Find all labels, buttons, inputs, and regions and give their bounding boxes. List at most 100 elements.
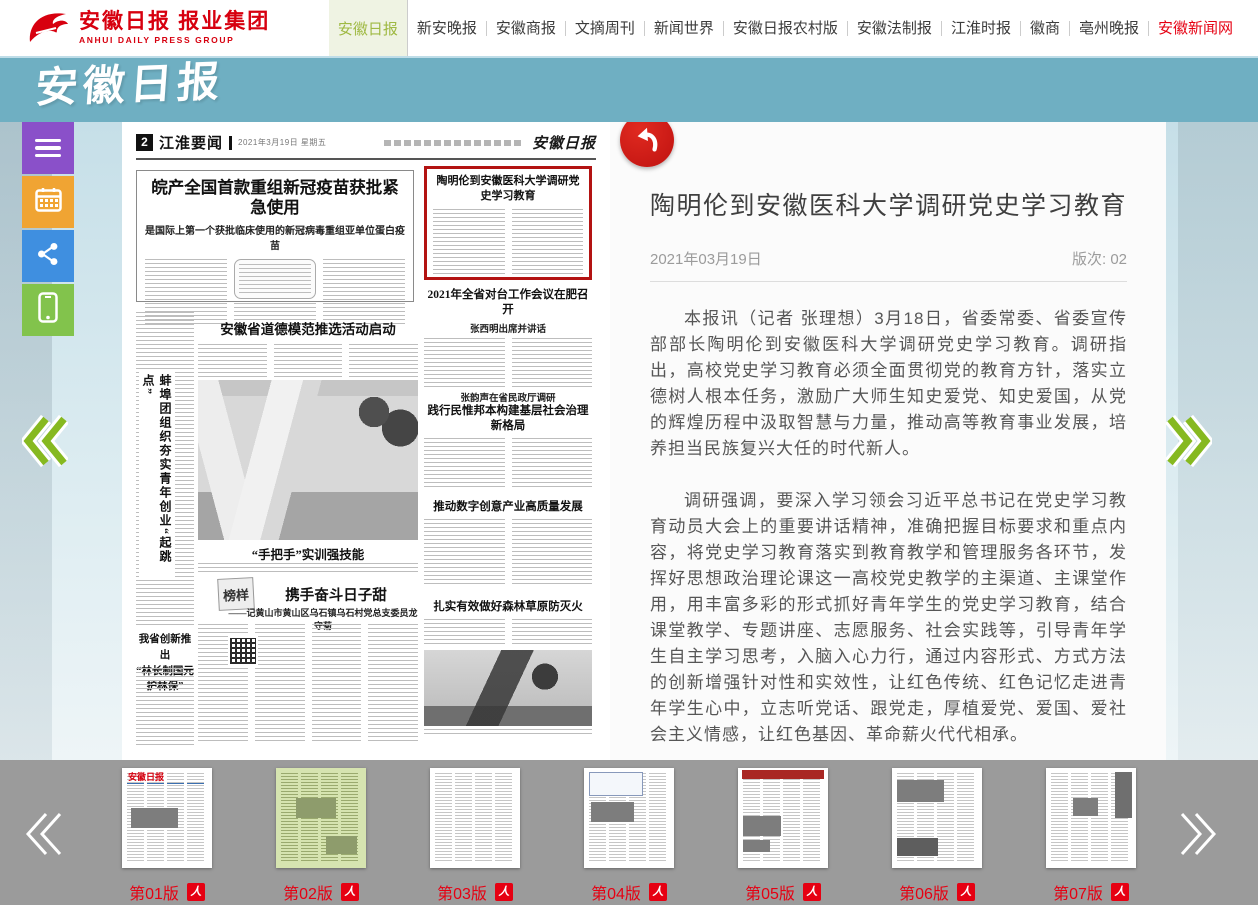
article-edition: 版次: 02 [1072, 248, 1127, 269]
pull-quote-box [234, 259, 316, 299]
paper-masthead-script: 安徽日报 [532, 132, 596, 153]
calendar-button[interactable] [22, 176, 74, 228]
page-label[interactable]: 第02版 [283, 880, 333, 904]
story-forestry-line1: 我省创新推出 [136, 632, 194, 664]
page-thumb-01[interactable]: 安徽日报 第01版 人 [122, 768, 212, 905]
pager-prev-button[interactable] [24, 808, 64, 865]
story-vaccine-subtitle: 是国际上第一个获批临床使用的新冠病毒重组亚单位蛋白疫苗 [145, 222, 405, 252]
thumbnail-page-7[interactable] [1046, 768, 1136, 868]
pdf-icon[interactable]: 人 [495, 883, 513, 901]
masthead-band: 安徽日报 [0, 58, 1258, 122]
robot-training-photo [198, 380, 418, 540]
nav-item-digest-weekly[interactable]: 文摘周刊 [566, 21, 645, 36]
thumbnail-page-6[interactable] [892, 768, 982, 868]
fake-text [433, 209, 505, 277]
tool-sidebar [22, 122, 74, 336]
double-chevron-left-icon [22, 414, 68, 468]
story-fire-title: 扎实有效做好森林草原防灭火 [424, 600, 592, 615]
fake-text [512, 338, 593, 388]
mobile-button[interactable] [22, 284, 74, 336]
robot-photo-caption: “手把手”实训强技能 [198, 544, 418, 563]
story-highlight-title: 陶明伦到安徽医科大学调研党史学习教育 [433, 174, 583, 204]
brand-name-en: ANHUI DAILY PRESS GROUP [79, 36, 270, 45]
article-date: 2021年03月19日 [650, 248, 762, 269]
story-governance-title: 践行民惟邦本构建基层社会治理新格局 [424, 404, 592, 434]
thumbnail-page-1[interactable]: 安徽日报 [122, 768, 212, 868]
nav-item-news-world[interactable]: 新闻世界 [645, 21, 724, 36]
main-area: 2 江淮要闻 2021年3月19日 星期五 安徽日报 皖产全国首款重组新冠疫苗获… [0, 122, 1258, 760]
paper-dateline: 2021年3月19日 星期五 [238, 137, 326, 148]
chevrons-left-icon [24, 808, 64, 860]
nav-item-anhui-news-site[interactable]: 安徽新闻网 [1149, 21, 1242, 36]
story-bengbu-vertical[interactable]: 蚌埠团组织夯实青年创业“起跳点” [139, 372, 175, 577]
thumbnail-page-2[interactable] [276, 768, 366, 868]
calendar-icon [35, 187, 62, 217]
masthead-logo[interactable]: 安徽日报 [34, 61, 226, 110]
nav-item-jianghuai-times[interactable]: 江淮时报 [942, 21, 1021, 36]
story-taiwan-title: 2021年全省对台工作会议在肥召开 [424, 288, 592, 318]
article-paragraph: 本报讯（记者 张理想）3月18日，省委常委、省委宣传部部长陶明伦到安徽医科大学调… [650, 306, 1127, 462]
phone-icon [38, 292, 58, 328]
story-governance[interactable]: 张韵声在省民政厅调研 践行民惟邦本构建基层社会治理新格局 [424, 390, 592, 492]
nav-item-anhui-business[interactable]: 安徽商报 [487, 21, 566, 36]
nav-item-huishang[interactable]: 徽商 [1021, 21, 1070, 36]
story-highlighted-article[interactable]: 陶明伦到安徽医科大学调研党史学习教育 [424, 166, 592, 280]
return-arrow-icon [631, 124, 663, 156]
page-thumb-07[interactable]: 第07版 人 [1046, 768, 1136, 905]
story-taiwan-subtitle: 张西明出席并讲话 [424, 321, 592, 335]
fake-text [198, 344, 267, 378]
page-label[interactable]: 第06版 [899, 880, 949, 904]
thumbnail-page-4[interactable] [584, 768, 674, 868]
page-label[interactable]: 第01版 [129, 880, 179, 904]
page-label[interactable]: 第05版 [745, 880, 795, 904]
press-group-logo[interactable]: 安徽日报 报业集团 ANHUI DAILY PRESS GROUP [26, 0, 270, 56]
thumbnail-page-5[interactable] [738, 768, 828, 868]
nav-item-bozhou-evening[interactable]: 亳州晚报 [1070, 21, 1149, 36]
pdf-icon[interactable]: 人 [957, 883, 975, 901]
brand-name-cn: 安徽日报 报业集团 [79, 10, 270, 33]
page-label[interactable]: 第04版 [591, 880, 641, 904]
story-vaccine[interactable]: 皖产全国首款重组新冠疫苗获批紧急使用 是国际上第一个获批临床使用的新冠病毒重组亚… [136, 170, 414, 302]
page-label[interactable]: 第07版 [1053, 880, 1103, 904]
nav-item-legal-news[interactable]: 安徽法制报 [848, 21, 942, 36]
story-fire-prevention[interactable]: 扎实有效做好森林草原防灭火 [424, 600, 592, 750]
paper-page-number: 2 [136, 134, 153, 151]
page-thumb-03[interactable]: 第03版 人 [430, 768, 520, 905]
pager-next-button[interactable] [1178, 808, 1218, 865]
story-vaccine-title: 皖产全国首款重组新冠疫苗获批紧急使用 [145, 178, 405, 218]
page-thumb-06[interactable]: 第06版 人 [892, 768, 982, 905]
prev-page-arrow[interactable] [22, 414, 68, 473]
story-governance-kicker: 张韵声在省民政厅调研 [424, 390, 592, 404]
nav-item-anhui-daily[interactable]: 安徽日报 [329, 0, 408, 56]
thumbnail-page-3[interactable] [430, 768, 520, 868]
nav-item-xinan-evening[interactable]: 新安晚报 [408, 21, 487, 36]
pdf-icon[interactable]: 人 [649, 883, 667, 901]
paper-section-name: 江淮要闻 [159, 132, 223, 153]
back-button[interactable] [620, 122, 674, 167]
page-thumb-02[interactable]: 第02版 人 [276, 768, 366, 905]
fake-text [512, 438, 593, 488]
story-taiwan-meeting[interactable]: 2021年全省对台工作会议在肥召开 张西明出席并讲话 [424, 288, 592, 382]
share-icon [35, 241, 61, 272]
paper-body: 皖产全国首款重组新冠疫苗获批紧急使用 是国际上第一个获批临床使用的新冠病毒重组亚… [136, 166, 596, 750]
share-button[interactable] [22, 230, 74, 282]
story-moral-models[interactable]: 安徽省道德模范推选活动启动 [198, 318, 418, 376]
pdf-icon[interactable]: 人 [803, 883, 821, 901]
pdf-icon[interactable]: 人 [187, 883, 205, 901]
article-body: 本报讯（记者 张理想）3月18日，省委常委、省委宣传部部长陶明伦到安徽医科大学调… [650, 306, 1127, 748]
chevrons-right-icon [1178, 808, 1218, 860]
article-panel: 陶明伦到安徽医科大学调研党史学习教育 2021年03月19日 版次: 02 本报… [610, 122, 1166, 760]
pdf-icon[interactable]: 人 [341, 883, 359, 901]
story-digital-industry[interactable]: 推动数字创意产业高质量发展 [424, 500, 592, 592]
menu-button[interactable] [22, 122, 74, 174]
page-label[interactable]: 第03版 [437, 880, 487, 904]
page-thumb-04[interactable]: 第04版 人 [584, 768, 674, 905]
nav-item-rural-edition[interactable]: 安徽日报农村版 [724, 21, 848, 36]
thumb-masthead: 安徽日报 [128, 770, 164, 783]
next-page-arrow[interactable] [1166, 414, 1212, 473]
pdf-icon[interactable]: 人 [1111, 883, 1129, 901]
page-thumb-05[interactable]: 第05版 人 [738, 768, 828, 905]
newspaper-page-image[interactable]: 2 江淮要闻 2021年3月19日 星期五 安徽日报 皖产全国首款重组新冠疫苗获… [122, 122, 610, 760]
press-group-logo-icon [26, 6, 70, 51]
story-model-title[interactable]: 携手奋斗日子甜 [254, 584, 418, 605]
